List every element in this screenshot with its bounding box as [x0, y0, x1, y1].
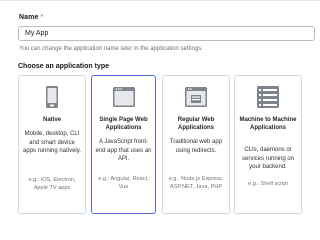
app-type-examples: e.g.: Node.js Express, ASP.NET, Java, PH… [168, 176, 224, 190]
browser-window-icon [112, 86, 135, 108]
top-divider [0, 0, 320, 3]
app-type-title: Machine to Machine Applications [239, 117, 297, 131]
name-label-text: Name [19, 14, 39, 21]
app-type-card-native[interactable]: Native Mobile, desktop, CLI and smart de… [18, 75, 86, 214]
app-type-card-spa[interactable]: Single Page Web Applications A JavaScrip… [91, 75, 156, 214]
app-type-description: Traditional web app using redirects. [169, 139, 223, 154]
app-type-examples: e.g.: iOS, Electron, Apple TV apps [28, 177, 76, 191]
application-type-options: Native Mobile, desktop, CLI and smart de… [18, 75, 320, 214]
app-type-description: CLIs, daemons or services running on you… [241, 147, 295, 170]
app-type-examples: e.g.: Angular, React, Vue [98, 176, 149, 190]
app-type-card-m2m[interactable]: Machine to Machine Applications CLIs, da… [234, 75, 302, 214]
app-type-title: Regular Web Applications [177, 117, 215, 131]
app-type-title: Single Page Web Applications [99, 117, 148, 131]
app-type-title: Native [42, 117, 61, 123]
app-type-description: A JavaScript front-end app that uses an … [95, 139, 152, 162]
application-name-input[interactable] [18, 26, 315, 41]
name-help-text: You can change the application name late… [19, 46, 203, 52]
app-type-examples: e.g.: Shell script [248, 181, 288, 187]
server-list-icon [257, 86, 279, 108]
required-marker: * [40, 14, 44, 21]
app-type-card-regular-web[interactable]: Regular Web Applications Traditional web… [162, 75, 230, 214]
mobile-device-icon [43, 86, 61, 108]
web-server-icon [185, 86, 207, 108]
name-field-label: Name * [19, 14, 43, 21]
app-type-description: Mobile, desktop, CLI and smart device ap… [23, 131, 81, 154]
application-type-heading: Choose an application type [18, 63, 110, 70]
